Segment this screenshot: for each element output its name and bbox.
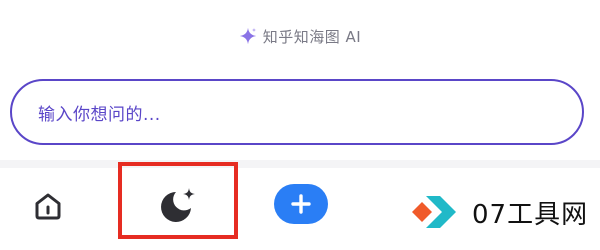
- section-divider: [0, 160, 600, 168]
- search-input[interactable]: 输入你想问的...: [10, 79, 584, 145]
- screen: 知乎知海图 AI 输入你想问的... 07工具网: [0, 0, 600, 250]
- home-icon: [35, 193, 61, 220]
- plus-icon: [291, 194, 311, 214]
- search-placeholder: 输入你想问的...: [38, 104, 161, 125]
- brand-title: 知乎知海图 AI: [262, 27, 362, 46]
- watermark-text: 07工具网: [472, 199, 589, 230]
- tab-ai[interactable]: [154, 184, 200, 230]
- sparkle-icon: [239, 27, 257, 45]
- tab-home[interactable]: [30, 188, 66, 224]
- watermark: 07工具网: [410, 190, 588, 234]
- add-button[interactable]: [274, 184, 328, 224]
- moon-sparkle-icon: [161, 188, 195, 222]
- watermark-logo-icon: [412, 196, 456, 228]
- brand-header: 知乎知海图 AI: [0, 24, 600, 48]
